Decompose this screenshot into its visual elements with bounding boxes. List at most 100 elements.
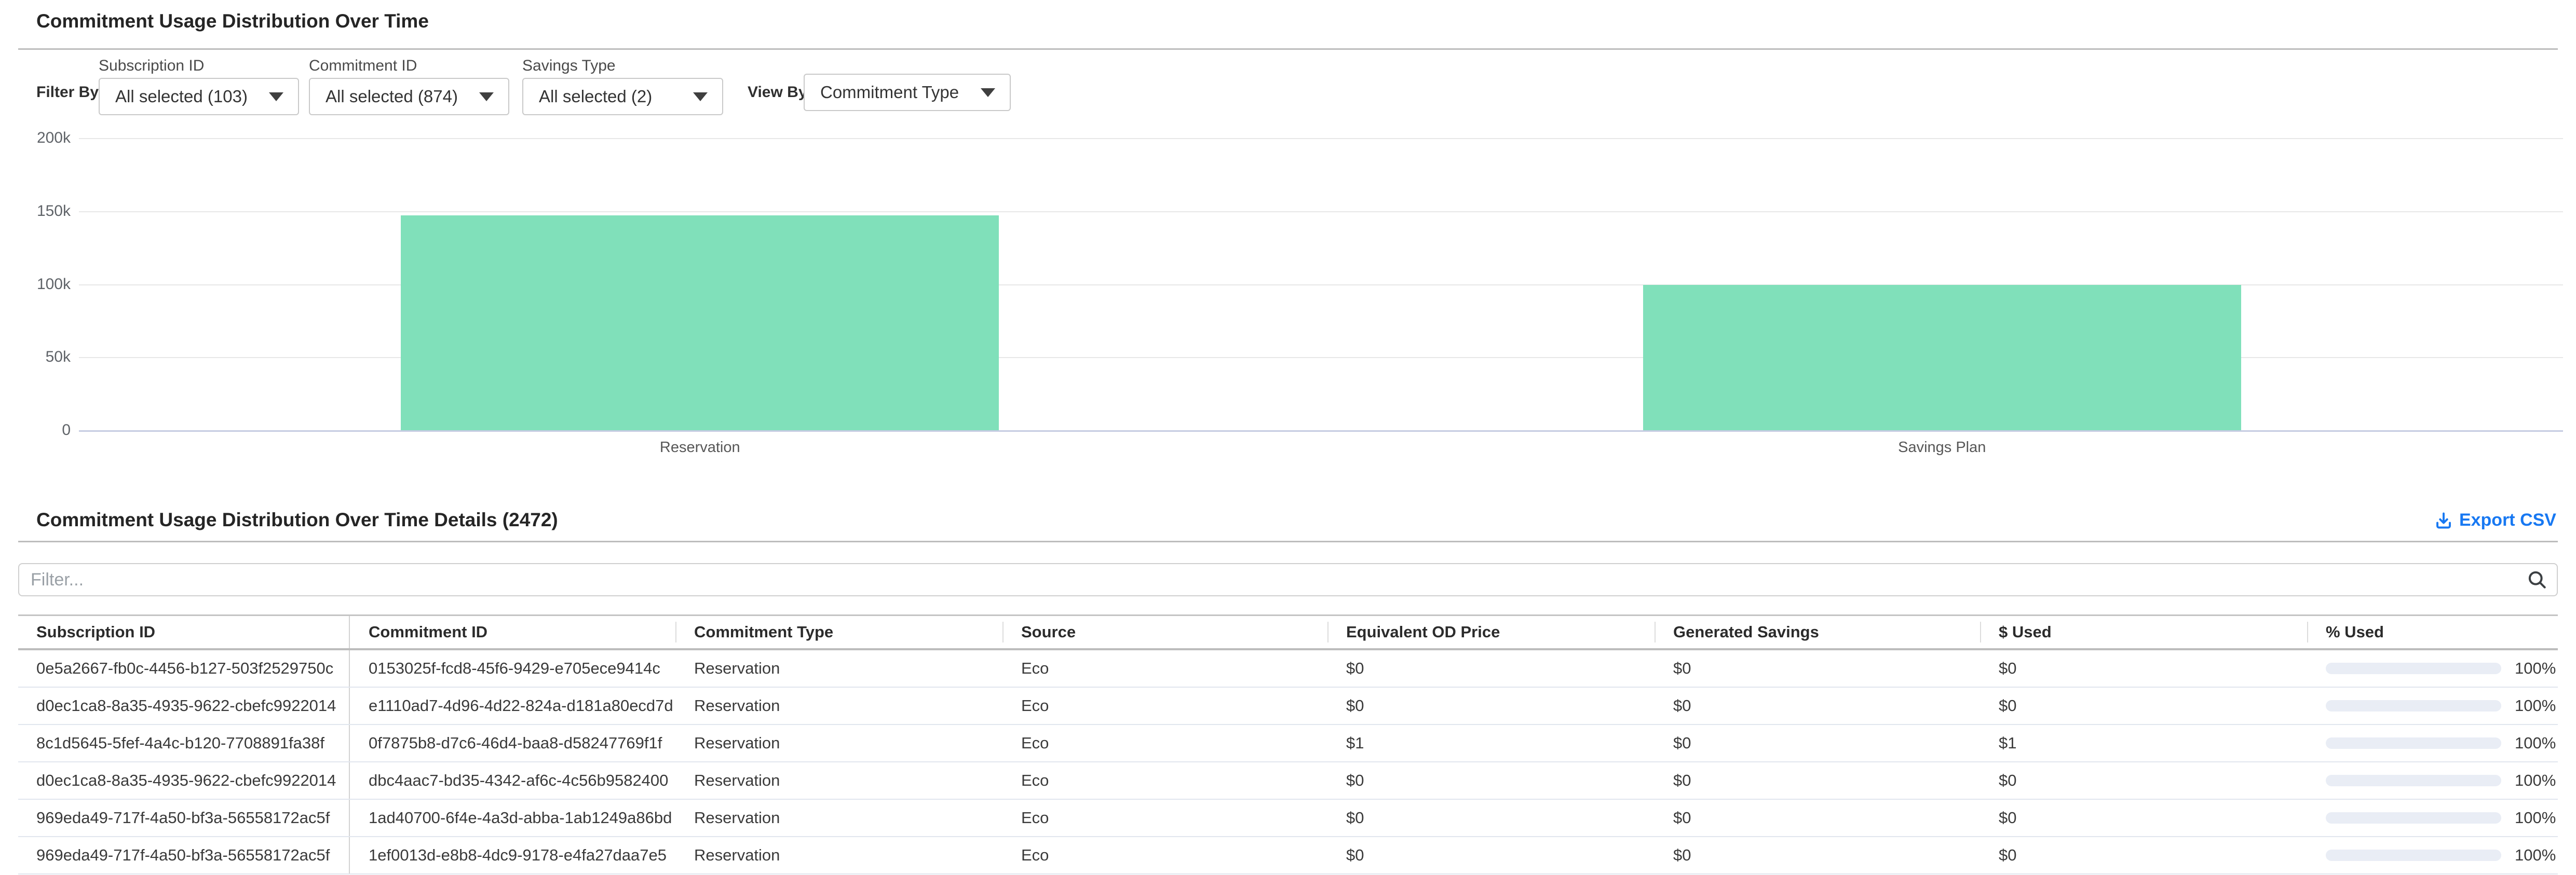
table-row: 8c1d5645-5fef-4a4c-b120-7708891fa38f 0f7… <box>18 725 2558 762</box>
table-filter-input[interactable] <box>18 563 2558 596</box>
bar-reservation[interactable] <box>401 215 999 430</box>
used-percent-label: 100% <box>2515 659 2556 678</box>
commitment-id-dropdown-value: All selected (874) <box>326 87 458 106</box>
export-csv-button[interactable]: Export CSV <box>2434 510 2556 530</box>
cell-generated-savings: $0 <box>1655 837 1980 873</box>
gridline <box>79 138 2563 139</box>
bar-savings-plan[interactable] <box>1643 285 2241 430</box>
filter-group-commitment-id: Commitment ID All selected (874) <box>309 58 509 115</box>
cell-generated-savings: $0 <box>1655 762 1980 799</box>
chevron-down-icon <box>269 92 283 101</box>
cell-subscription-id: d0ec1ca8-8a35-4935-9622-cbefc9922014 <box>18 688 350 724</box>
cell-commitment-type: Reservation <box>675 688 1002 724</box>
used-percent-progress-bar <box>2326 663 2501 674</box>
table-row: 0e5a2667-fb0c-4456-b127-503f2529750c 015… <box>18 650 2558 688</box>
cell-subscription-id: 8c1d5645-5fef-4a4c-b120-7708891fa38f <box>18 725 350 761</box>
cell-used-amount: $1 <box>1980 725 2307 761</box>
cell-generated-savings: $0 <box>1655 688 1980 724</box>
cell-source: Eco <box>1002 837 1327 873</box>
title-divider <box>18 48 2558 50</box>
details-table: Subscription ID Commitment ID Commitment… <box>18 614 2558 874</box>
cell-generated-savings: $0 <box>1655 725 1980 761</box>
cell-commitment-id: e1110ad7-4d96-4d22-824a-d181a80ecd7d <box>350 688 675 724</box>
cell-used-percent: 100% <box>2307 725 2558 761</box>
view-by-dropdown[interactable]: Commitment Type <box>804 74 1011 111</box>
table-row: 969eda49-717f-4a50-bf3a-56558172ac5f 1ad… <box>18 800 2558 837</box>
cell-commitment-type: Reservation <box>675 837 1002 873</box>
x-axis-tick-label: Reservation <box>79 439 1321 456</box>
savings-type-dropdown-value: All selected (2) <box>539 87 652 106</box>
y-axis-tick-label: 100k <box>37 276 71 293</box>
cell-used-percent: 100% <box>2307 800 2558 836</box>
used-percent-progress-bar <box>2326 775 2501 786</box>
cell-source: Eco <box>1002 725 1327 761</box>
used-percent-progress-bar <box>2326 737 2501 749</box>
cell-source: Eco <box>1002 800 1327 836</box>
column-header-generated-savings[interactable]: Generated Savings <box>1655 616 1980 648</box>
chevron-down-icon <box>981 88 995 97</box>
savings-type-filter-label: Savings Type <box>522 58 723 74</box>
y-axis-tick-label: 0 <box>62 421 71 439</box>
chevron-down-icon <box>479 92 494 101</box>
cell-commitment-id: dbc4aac7-bd35-4342-af6c-4c56b9582400 <box>350 762 675 799</box>
used-percent-label: 100% <box>2515 734 2556 753</box>
cell-commitment-type: Reservation <box>675 650 1002 687</box>
column-header-commitment-type[interactable]: Commitment Type <box>675 616 1002 648</box>
cell-subscription-id: d0ec1ca8-8a35-4935-9622-cbefc9922014 <box>18 762 350 799</box>
cell-source: Eco <box>1002 650 1327 687</box>
cell-commitment-id: 1ad40700-6f4e-4a3d-abba-1ab1249a86bd <box>350 800 675 836</box>
cell-used-amount: $0 <box>1980 688 2307 724</box>
table-header-row: Subscription ID Commitment ID Commitment… <box>18 614 2558 650</box>
cell-source: Eco <box>1002 762 1327 799</box>
column-header-subscription-id[interactable]: Subscription ID <box>18 616 350 648</box>
view-by-label: View By: <box>748 84 812 101</box>
cell-equivalent-od-price: $0 <box>1327 650 1655 687</box>
cell-commitment-id: 0f7875b8-d7c6-46d4-baa8-d58247769f1f <box>350 725 675 761</box>
cell-used-percent: 100% <box>2307 650 2558 687</box>
chevron-down-icon <box>693 92 708 101</box>
y-axis-tick-label: 150k <box>37 202 71 220</box>
table-row: d0ec1ca8-8a35-4935-9622-cbefc9922014 e11… <box>18 688 2558 725</box>
column-header-used-amount[interactable]: $ Used <box>1980 616 2307 648</box>
download-icon <box>2434 511 2453 530</box>
used-percent-progress-bar <box>2326 700 2501 712</box>
view-by-dropdown-value: Commitment Type <box>820 83 959 102</box>
cell-commitment-type: Reservation <box>675 762 1002 799</box>
commitment-usage-bar-chart: 050k100k150k200kReservationSavings Plan <box>79 138 2563 432</box>
cell-subscription-id: 969eda49-717f-4a50-bf3a-56558172ac5f <box>18 800 350 836</box>
subscription-id-filter-label: Subscription ID <box>99 58 299 74</box>
cell-used-amount: $0 <box>1980 650 2307 687</box>
used-percent-label: 100% <box>2515 809 2556 827</box>
table-filter-wrap <box>18 563 2558 596</box>
cell-generated-savings: $0 <box>1655 650 1980 687</box>
cell-equivalent-od-price: $0 <box>1327 762 1655 799</box>
savings-type-dropdown[interactable]: All selected (2) <box>522 78 723 115</box>
table-body: 0e5a2667-fb0c-4456-b127-503f2529750c 015… <box>18 650 2558 874</box>
y-axis-tick-label: 200k <box>37 129 71 147</box>
cell-generated-savings: $0 <box>1655 800 1980 836</box>
column-header-commitment-id[interactable]: Commitment ID <box>350 616 675 648</box>
dashboard-page: { "page": { "title": "Commitment Usage D… <box>0 0 2576 875</box>
cell-equivalent-od-price: $0 <box>1327 837 1655 873</box>
column-header-equivalent-od-price[interactable]: Equivalent OD Price <box>1327 616 1655 648</box>
y-axis-tick-label: 50k <box>46 348 71 366</box>
commitment-id-filter-label: Commitment ID <box>309 58 509 74</box>
cell-commitment-type: Reservation <box>675 725 1002 761</box>
cell-subscription-id: 969eda49-717f-4a50-bf3a-56558172ac5f <box>18 837 350 873</box>
search-icon[interactable] <box>2526 568 2548 591</box>
cell-used-amount: $0 <box>1980 800 2307 836</box>
cell-used-amount: $0 <box>1980 762 2307 799</box>
cell-equivalent-od-price: $0 <box>1327 688 1655 724</box>
column-header-used-percent[interactable]: % Used <box>2307 616 2558 648</box>
cell-used-percent: 100% <box>2307 762 2558 799</box>
used-percent-progress-bar <box>2326 812 2501 824</box>
filter-by-label: Filter By: <box>36 84 104 101</box>
commitment-id-dropdown[interactable]: All selected (874) <box>309 78 509 115</box>
column-header-source[interactable]: Source <box>1002 616 1327 648</box>
filter-group-savings-type: Savings Type All selected (2) <box>522 58 723 115</box>
used-percent-label: 100% <box>2515 846 2556 865</box>
details-divider <box>18 541 2558 542</box>
used-percent-progress-bar <box>2326 850 2501 861</box>
subscription-id-dropdown[interactable]: All selected (103) <box>99 78 299 115</box>
cell-used-percent: 100% <box>2307 688 2558 724</box>
